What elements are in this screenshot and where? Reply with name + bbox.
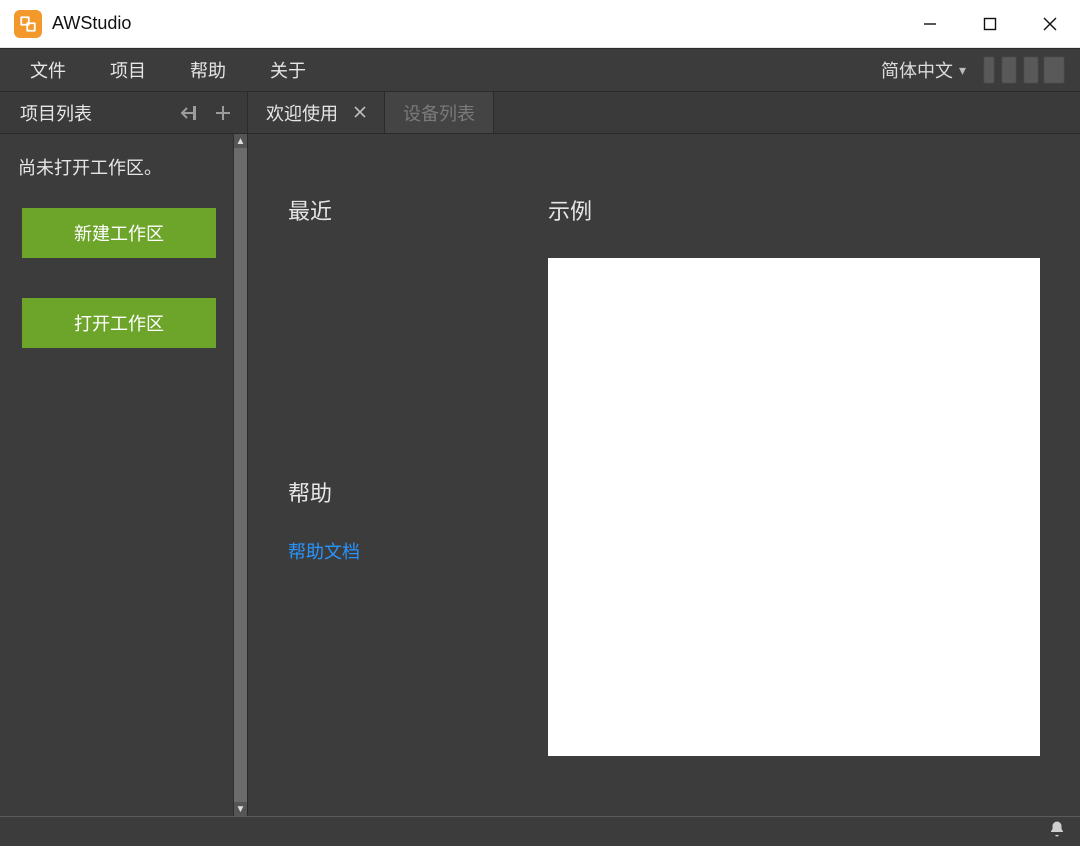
sidebar: 项目列表 尚未打开工作区。 新建工作区 打开工作区 ▲	[0, 92, 248, 816]
menu-project[interactable]: 项目	[88, 49, 168, 91]
import-icon[interactable]	[175, 99, 203, 127]
tab-devices-label: 设备列表	[403, 100, 475, 126]
examples-heading: 示例	[548, 194, 1040, 226]
help-heading: 帮助	[288, 476, 528, 508]
bell-icon[interactable]	[1048, 820, 1066, 843]
app-title: AWStudio	[52, 13, 131, 34]
chevron-down-icon: ▾	[959, 62, 966, 79]
status-bar	[0, 816, 1080, 846]
tab-welcome[interactable]: 欢迎使用	[248, 92, 385, 133]
title-bar: AWStudio	[0, 0, 1080, 48]
scroll-up-arrow-icon[interactable]: ▲	[234, 134, 247, 148]
add-icon[interactable]	[209, 99, 237, 127]
tab-bar: 欢迎使用 设备列表	[248, 92, 1080, 134]
no-workspace-message: 尚未打开工作区。	[0, 134, 247, 190]
welcome-body: 最近 帮助 帮助文档 示例	[248, 134, 1080, 816]
close-icon[interactable]	[354, 102, 366, 123]
help-doc-link[interactable]: 帮助文档	[288, 542, 360, 562]
sidebar-scrollbar[interactable]: ▲ ▼	[233, 134, 247, 816]
menu-about[interactable]: 关于	[248, 49, 328, 91]
menu-help[interactable]: 帮助	[168, 49, 248, 91]
user-area-pixelated[interactable]	[984, 57, 1064, 83]
language-label: 简体中文	[881, 57, 953, 83]
tab-welcome-label: 欢迎使用	[266, 100, 338, 126]
scroll-down-arrow-icon[interactable]: ▼	[234, 802, 247, 816]
open-workspace-button[interactable]: 打开工作区	[22, 298, 216, 348]
tab-devices[interactable]: 设备列表	[385, 92, 494, 133]
sidebar-header: 项目列表	[0, 92, 247, 134]
examples-panel	[548, 258, 1040, 756]
window-close-button[interactable]	[1020, 0, 1080, 48]
menu-bar: 文件 项目 帮助 关于 简体中文 ▾	[0, 48, 1080, 92]
menu-file[interactable]: 文件	[8, 49, 88, 91]
sidebar-title: 项目列表	[20, 100, 92, 126]
content-area: 欢迎使用 设备列表 最近 帮助 帮助文档 示例	[248, 92, 1080, 816]
window-minimize-button[interactable]	[900, 0, 960, 48]
app-icon	[14, 10, 42, 38]
window-maximize-button[interactable]	[960, 0, 1020, 48]
new-workspace-button[interactable]: 新建工作区	[22, 208, 216, 258]
recent-heading: 最近	[288, 194, 528, 226]
scroll-thumb[interactable]	[234, 148, 247, 802]
language-selector[interactable]: 简体中文 ▾	[871, 57, 976, 83]
